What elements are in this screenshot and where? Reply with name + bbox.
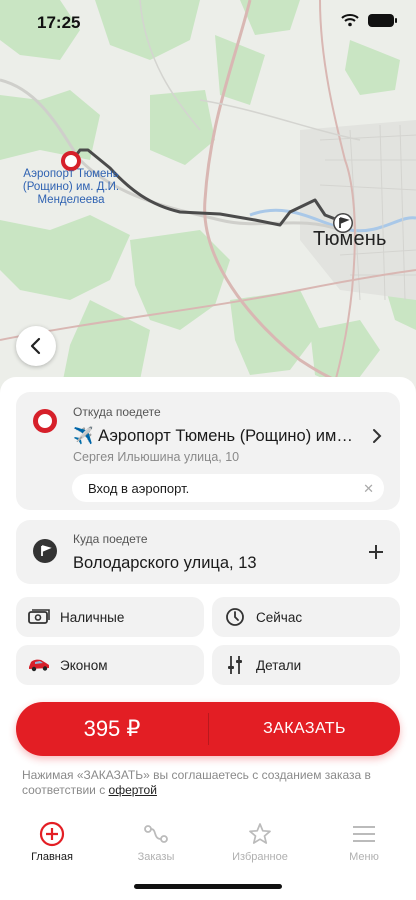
time-option-label: Сейчас (256, 609, 303, 625)
to-label: Куда поедете (73, 532, 148, 546)
tab-menu[interactable]: Меню (312, 820, 416, 870)
chevron-left-icon (30, 337, 41, 355)
map-airport-label: Аэропорт Тюмень (Рощино) им. Д.И. Мендел… (22, 168, 120, 206)
plus-circle-icon (39, 820, 65, 848)
from-address-card[interactable]: Откуда поедете ✈️ Аэропорт Тюмень (Рощин… (16, 392, 400, 510)
offer-link[interactable]: офертой (109, 783, 157, 797)
wifi-icon (341, 14, 359, 27)
details-option-button[interactable]: Детали (212, 645, 400, 685)
payment-option-label: Наличные (60, 609, 125, 625)
back-button[interactable] (16, 326, 56, 366)
entrance-input[interactable]: Вход в аэропорт. ✕ (72, 474, 384, 502)
tab-menu-label: Меню (349, 851, 379, 863)
tab-favorites[interactable]: Избранное (208, 820, 312, 870)
entrance-text: Вход в аэропорт. (88, 480, 190, 496)
tariff-option-label: Эконом (60, 657, 108, 673)
add-stop-plus-icon[interactable] (368, 544, 384, 560)
tab-home-label: Главная (31, 851, 73, 863)
cash-icon (26, 607, 52, 627)
origin-ring-icon (33, 409, 57, 433)
order-price: 395 ₽ (83, 716, 141, 741)
home-indicator (134, 884, 282, 889)
from-street: Сергея Ильюшина улица, 10 (73, 450, 240, 464)
tab-orders-label: Заказы (137, 851, 175, 863)
status-icons (341, 13, 397, 27)
tab-bar: Главная Заказы Избранное Меню (0, 820, 416, 870)
time-option-button[interactable]: Сейчас (212, 597, 400, 637)
order-button[interactable]: 395 ₽ ЗАКАЗАТЬ (16, 702, 400, 756)
tab-favorites-label: Избранное (232, 851, 288, 863)
flag-icon (33, 539, 57, 563)
clear-icon[interactable]: ✕ (363, 481, 374, 497)
legal-note: Нажимая «ЗАКАЗАТЬ» вы соглашаетесь с соз… (22, 768, 394, 798)
order-label: ЗАКАЗАТЬ (263, 720, 346, 737)
to-address: Володарского улица, 13 (73, 554, 257, 572)
legal-text: Нажимая «ЗАКАЗАТЬ» вы соглашаетесь с соз… (22, 768, 371, 797)
tab-home[interactable]: Главная (0, 820, 104, 870)
to-address-card[interactable]: Куда поедете Володарского улица, 13 (16, 520, 400, 584)
map-city-label: Тюмень (313, 228, 387, 250)
map-view[interactable]: Аэропорт Тюмень (Рощино) им. Д.И. Мендел… (0, 0, 416, 400)
tariff-option-button[interactable]: Эконом (16, 645, 204, 685)
star-icon (248, 820, 272, 848)
from-label: Откуда поедете (73, 405, 161, 419)
details-option-label: Детали (256, 657, 302, 673)
route-icon (143, 820, 169, 848)
hamburger-icon (351, 820, 377, 848)
clock-icon (222, 607, 248, 627)
sliders-icon (222, 655, 248, 675)
status-time: 17:25 (37, 13, 81, 32)
from-address: ✈️ Аэропорт Тюмень (Рощино) им… (73, 427, 353, 445)
chevron-right-icon (373, 429, 382, 443)
tab-orders[interactable]: Заказы (104, 820, 208, 870)
battery-icon (368, 13, 397, 27)
car-icon (26, 655, 52, 675)
payment-option-button[interactable]: Наличные (16, 597, 204, 637)
